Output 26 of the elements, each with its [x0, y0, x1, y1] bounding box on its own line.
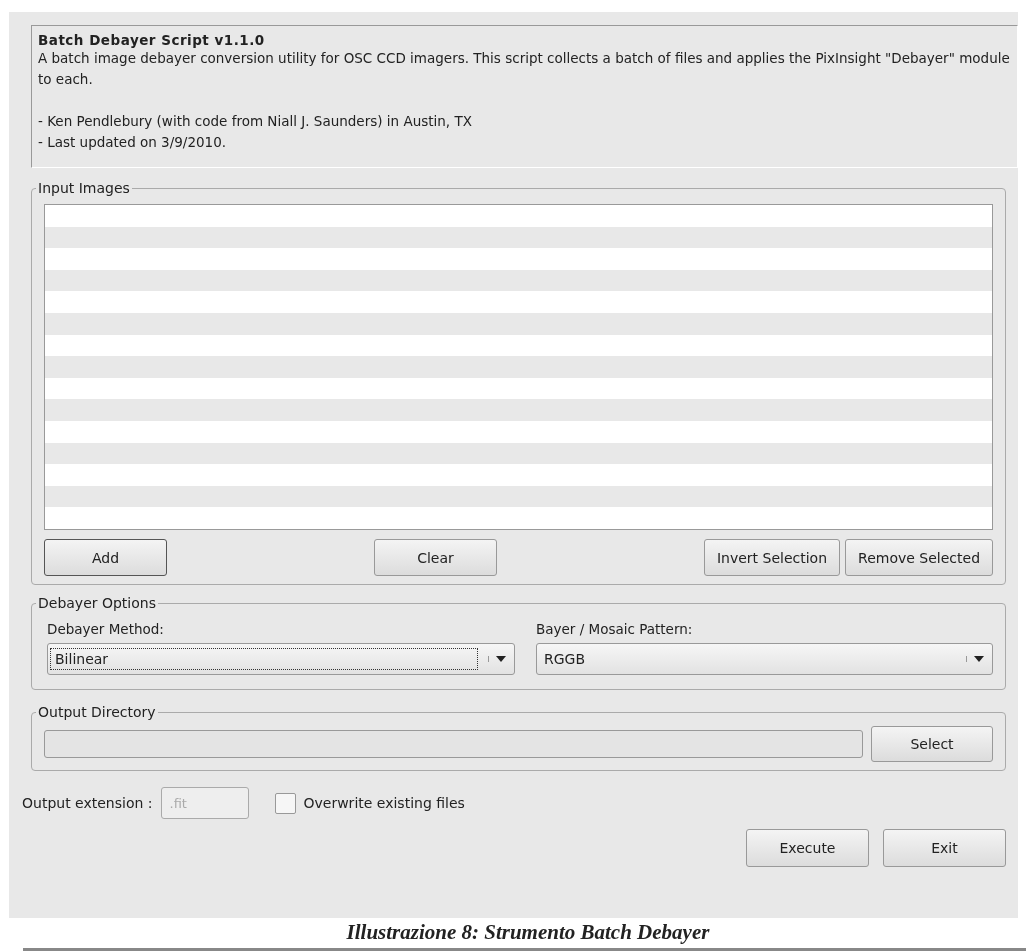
action-button[interactable]: Invert Selection [703, 539, 841, 576]
credit-line: - Last updated on 3/9/2010. [38, 133, 228, 152]
action-button[interactable]: Clear [373, 539, 497, 576]
overwrite-checkbox[interactable]: Overwrite existing files [274, 792, 465, 814]
action-button[interactable]: Execute [746, 829, 869, 867]
file-list[interactable] [44, 204, 993, 530]
credit-line: - Ken Pendlebury (with code from Niall J. Saunders) in Austin, TX [38, 112, 473, 131]
script-title: Batch Debayer Script v1.1.0 [38, 32, 266, 48]
description-text: A batch image debayer conversion utility for OSC CCD imagers. This script collects a batch of files and applies the PixInsight "Debayer" module to each. [38, 49, 1011, 89]
figure-caption: Illustrazione 8: Strumento Batch Debayer [345, 920, 711, 945]
caret-icon [488, 656, 506, 662]
field-label: Debayer Method: [47, 621, 165, 637]
select-button[interactable]: Select [871, 726, 993, 762]
group-title: Input Images [37, 180, 131, 196]
group-title: Output Directory [37, 704, 157, 720]
action-button[interactable]: Remove Selected [845, 539, 993, 576]
action-button[interactable]: Exit [883, 829, 1006, 867]
directory-field[interactable] [44, 730, 863, 758]
extension-field[interactable]: .fit [160, 787, 249, 819]
caret-icon [966, 656, 984, 662]
field-label: Output extension : [22, 795, 153, 811]
method-dropdown[interactable]: Bilinear [47, 643, 515, 675]
field-label: Bayer / Mosaic Pattern: [536, 621, 694, 637]
pattern-dropdown[interactable]: RGGB [536, 643, 993, 675]
group-title: Debayer Options [37, 595, 157, 611]
action-button[interactable]: Add [44, 539, 167, 576]
